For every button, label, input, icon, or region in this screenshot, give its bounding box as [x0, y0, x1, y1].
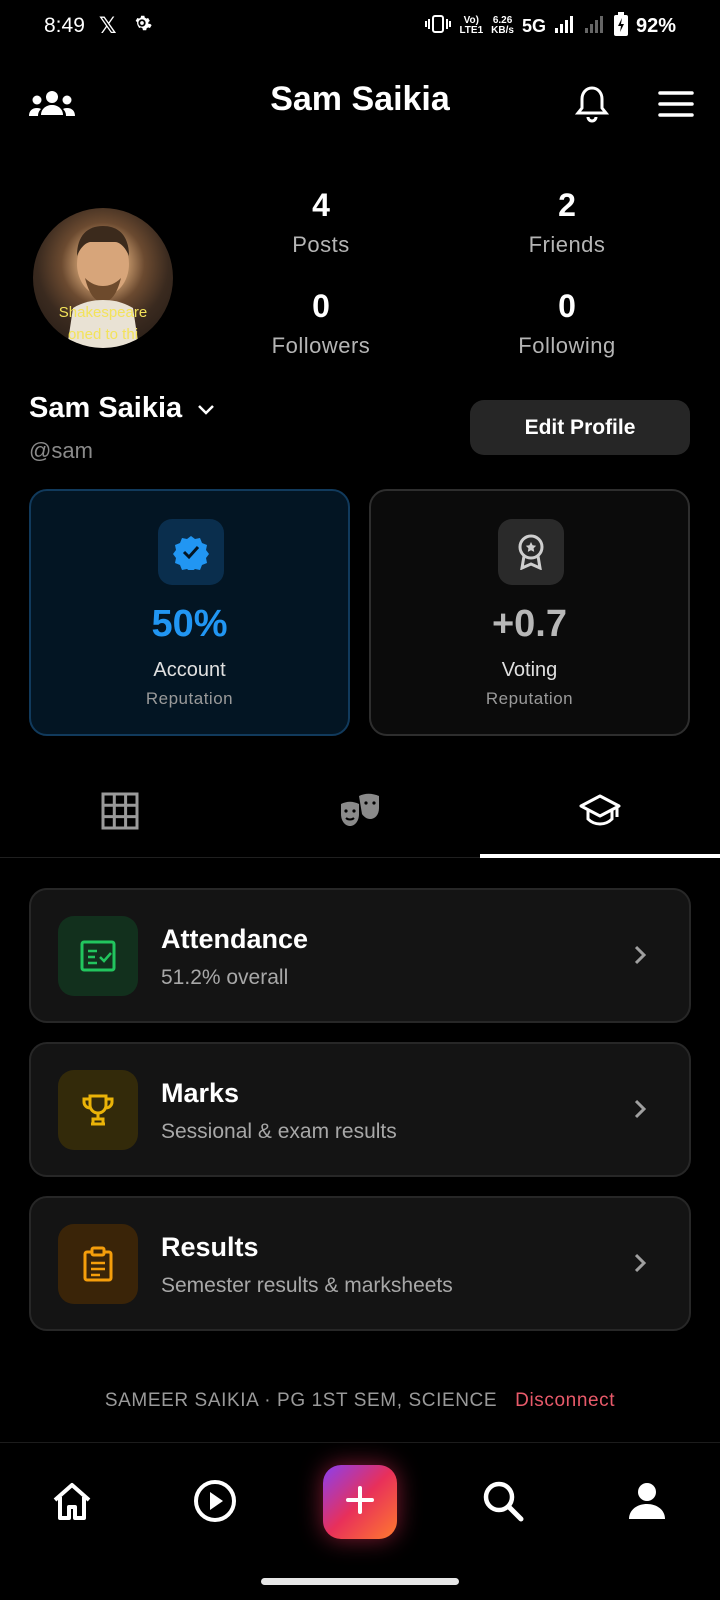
profile-handle: @sam — [29, 438, 93, 463]
attendance-subtitle: 51.2% overall — [161, 966, 289, 989]
menu-icon[interactable] — [654, 84, 698, 124]
create-post-button[interactable] — [323, 1465, 397, 1539]
avatar-caption-line1: Shakespeare — [58, 304, 148, 321]
bell-icon[interactable] — [570, 84, 614, 124]
settings-icon — [131, 12, 153, 40]
stat-followers-value: 0 — [312, 288, 330, 324]
tab-masks[interactable] — [240, 770, 480, 857]
results-subtitle: Semester results & marksheets — [161, 1274, 453, 1297]
stat-friends-value: 2 — [558, 187, 576, 223]
profile-name: Sam Saikia — [29, 392, 183, 424]
volte-indicator: Vo) LTE1 — [459, 16, 483, 36]
network-type: 5G — [521, 15, 546, 36]
net-speed-unit: KB/s — [491, 25, 514, 36]
clipboard-icon — [58, 1224, 138, 1304]
stat-friends-label: Friends — [528, 232, 606, 257]
award-ribbon-icon — [498, 519, 564, 585]
account-reputation-card[interactable]: 50% Account Reputation — [29, 489, 350, 736]
signal-icon — [554, 14, 576, 39]
chevron-right-icon — [625, 1094, 655, 1124]
stat-friends[interactable]: 2 Friends — [482, 186, 652, 258]
status-bar: 8:49 𝕏 Vo) LTE1 6.26 KB/s 5G 92% — [0, 0, 720, 52]
profile-tabs — [0, 770, 720, 858]
stat-posts-value: 4 — [312, 187, 330, 223]
results-card[interactable]: Results Semester results & marksheets — [29, 1196, 691, 1331]
chevron-down-icon — [196, 392, 216, 425]
voting-reputation-subtitle: Reputation — [485, 689, 574, 708]
trophy-icon — [58, 1070, 138, 1150]
battery-percent: 92% — [635, 14, 676, 37]
stat-posts-label: Posts — [292, 232, 350, 257]
edit-profile-button[interactable]: Edit Profile — [470, 400, 690, 455]
results-title: Results — [161, 1232, 259, 1262]
verified-badge-icon — [158, 519, 224, 585]
voting-reputation-title: Voting — [501, 659, 558, 681]
avatar-caption: Shakespeare oned to thi — [33, 302, 173, 346]
marks-subtitle: Sessional & exam results — [161, 1120, 397, 1143]
profile-name-switcher[interactable]: Sam Saikia — [29, 392, 216, 425]
stat-posts[interactable]: 4 Posts — [236, 186, 406, 258]
voting-reputation-card[interactable]: +0.7 Voting Reputation — [369, 489, 690, 736]
student-info: SAMEER SAIKIA · PG 1ST SEM, SCIENCE — [104, 1390, 498, 1411]
avatar[interactable]: Shakespeare oned to thi — [33, 208, 173, 348]
marks-card[interactable]: Marks Sessional & exam results — [29, 1042, 691, 1177]
nav-search[interactable] — [473, 1473, 533, 1533]
chevron-right-icon — [625, 940, 655, 970]
attendance-card[interactable]: Attendance 51.2% overall — [29, 888, 691, 1023]
status-time: 8:49 — [44, 14, 85, 37]
home-indicator[interactable] — [261, 1578, 459, 1585]
attendance-checklist-icon — [58, 916, 138, 996]
battery-charging-icon — [613, 11, 628, 41]
home-icon — [51, 1481, 93, 1526]
stat-following-value: 0 — [558, 288, 576, 324]
play-icon — [193, 1479, 237, 1528]
grid-icon — [101, 792, 139, 835]
account-reputation-title: Account — [153, 659, 226, 681]
marks-title: Marks — [161, 1078, 240, 1108]
disconnect-link[interactable]: Disconnect — [515, 1390, 615, 1411]
stat-following[interactable]: 0 Following — [482, 287, 652, 359]
app-header: Sam Saikia — [0, 70, 720, 138]
nav-videos[interactable] — [185, 1473, 245, 1533]
tab-posts-grid[interactable] — [0, 770, 240, 857]
attendance-title: Attendance — [161, 924, 309, 954]
chevron-right-icon — [625, 1248, 655, 1278]
account-reputation-subtitle: Reputation — [145, 689, 234, 708]
search-icon — [482, 1480, 524, 1527]
x-app-icon: 𝕏 — [98, 13, 117, 38]
signal-2-icon — [584, 14, 606, 39]
avatar-caption-line2: oned to thi — [67, 326, 139, 343]
account-reputation-value: 50% — [151, 603, 228, 645]
voting-reputation-value: +0.7 — [491, 603, 568, 645]
tab-academics[interactable] — [480, 770, 720, 858]
lte-label: LTE1 — [459, 25, 484, 36]
graduation-cap-icon — [579, 793, 621, 834]
nav-home[interactable] — [42, 1473, 102, 1533]
plus-icon — [345, 1485, 375, 1520]
stat-followers[interactable]: 0 Followers — [236, 287, 406, 359]
nav-profile[interactable] — [617, 1473, 677, 1533]
masks-icon — [339, 792, 381, 835]
profile-icon — [627, 1481, 667, 1526]
stat-following-label: Following — [518, 333, 616, 358]
vibrate-icon — [425, 14, 452, 39]
stat-followers-label: Followers — [271, 333, 371, 358]
net-speed: 6.26 KB/s — [491, 16, 514, 36]
bottom-nav — [0, 1442, 720, 1600]
student-info-line: SAMEER SAIKIA · PG 1ST SEM, SCIENCE Disco… — [0, 1390, 720, 1412]
